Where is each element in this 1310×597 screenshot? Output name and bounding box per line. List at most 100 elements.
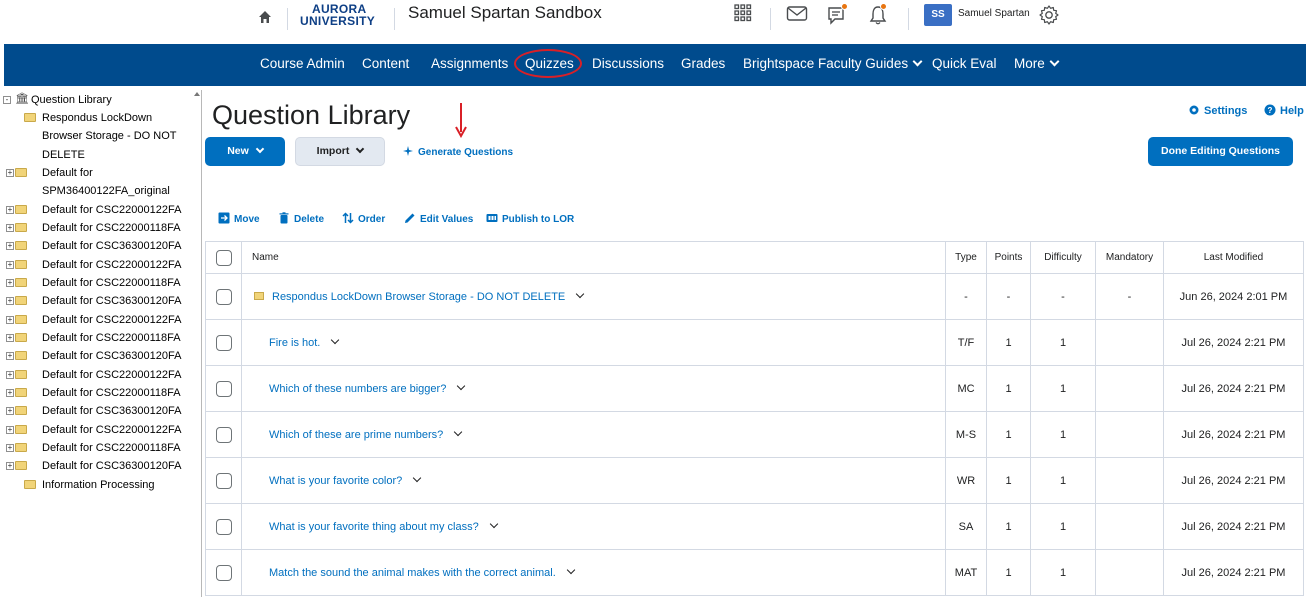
question-link[interactable]: Which of these numbers are bigger? (269, 383, 446, 395)
difficulty-cell: - (1030, 273, 1096, 320)
header-mandatory[interactable]: Mandatory (1095, 241, 1164, 274)
chevron-down-icon[interactable] (331, 335, 340, 344)
nav-course-admin[interactable]: Course Admin (260, 56, 345, 72)
table-row: Match the sound the animal makes with th… (205, 549, 1304, 596)
last-modified-cell: Jul 26, 2024 2:21 PM (1163, 365, 1304, 412)
row-checkbox[interactable] (215, 518, 232, 535)
divider (770, 8, 771, 30)
expand-icon[interactable]: + (6, 370, 14, 379)
expand-icon[interactable]: + (6, 223, 14, 232)
org-title[interactable]: Samuel Spartan Sandbox (408, 3, 602, 23)
folder-icon (24, 479, 36, 489)
chevron-down-icon[interactable] (413, 473, 422, 482)
help-label: Help (1280, 105, 1304, 117)
nav-quick-eval[interactable]: Quick Eval (932, 56, 997, 72)
publish-to-lor-button[interactable]: Publish to LOR (486, 212, 574, 225)
question-link[interactable]: Fire is hot. (269, 337, 320, 349)
mandatory-cell (1095, 365, 1164, 412)
tree-label: SPM36400122FA_original (42, 185, 170, 198)
chevron-down-icon (1049, 56, 1060, 67)
difficulty-cell: 1 (1030, 365, 1096, 412)
question-link[interactable]: Which of these are prime numbers? (269, 429, 443, 441)
expand-icon[interactable]: + (6, 352, 14, 361)
home-icon[interactable] (258, 10, 274, 26)
bell-icon[interactable] (868, 3, 890, 26)
chat-icon[interactable] (826, 3, 848, 26)
nav-content[interactable]: Content (362, 56, 409, 72)
chevron-down-icon[interactable] (566, 565, 575, 574)
header-name[interactable]: Name (241, 241, 946, 274)
expand-icon[interactable]: + (6, 407, 14, 416)
question-link[interactable]: Match the sound the animal makes with th… (269, 567, 556, 579)
nav-grades[interactable]: Grades (681, 56, 725, 72)
tree-scrollbar[interactable] (193, 90, 201, 597)
pencil-icon (405, 213, 415, 223)
header-type[interactable]: Type (945, 241, 987, 274)
move-button[interactable]: Move (218, 212, 260, 225)
delete-button[interactable]: Delete (278, 212, 324, 225)
expand-icon[interactable]: + (6, 443, 14, 452)
new-button[interactable]: New (205, 137, 285, 166)
tree-label: Default for CSC36300120FA (42, 295, 182, 308)
row-checkbox[interactable] (215, 472, 232, 489)
select-all-checkbox[interactable] (215, 249, 232, 266)
header-points[interactable]: Points (986, 241, 1031, 274)
new-button-label: New (227, 145, 249, 157)
expand-icon[interactable]: + (6, 425, 14, 434)
apps-grid-icon[interactable] (734, 4, 756, 26)
header-last-modified[interactable]: Last Modified (1163, 241, 1304, 274)
expand-icon[interactable]: + (6, 278, 14, 287)
expand-icon[interactable]: + (6, 462, 14, 471)
expand-icon[interactable]: + (6, 205, 14, 214)
select-cell (205, 457, 242, 504)
last-modified-cell: Jul 26, 2024 2:21 PM (1163, 549, 1304, 596)
chevron-down-icon[interactable] (489, 519, 498, 528)
expand-icon[interactable]: + (6, 297, 14, 306)
tree-label: Default for CSC22000118FA (42, 441, 181, 454)
row-checkbox[interactable] (215, 288, 232, 305)
expand-icon[interactable]: + (6, 333, 14, 342)
nav-assignments[interactable]: Assignments (431, 56, 508, 72)
row-checkbox[interactable] (215, 380, 232, 397)
expand-icon[interactable]: + (6, 260, 14, 269)
username[interactable]: Samuel Spartan (958, 8, 1030, 19)
nav-more[interactable]: More (1014, 56, 1060, 72)
expand-icon[interactable]: + (6, 315, 14, 324)
section-link[interactable]: Respondus LockDown Browser Storage - DO … (272, 291, 565, 303)
chevron-down-icon[interactable] (454, 427, 463, 436)
chevron-down-icon[interactable] (576, 289, 585, 298)
avatar[interactable]: SS (924, 4, 952, 26)
folder-icon (15, 442, 27, 452)
done-editing-questions-button[interactable]: Done Editing Questions (1148, 137, 1293, 166)
header-difficulty[interactable]: Difficulty (1030, 241, 1096, 274)
row-checkbox[interactable] (215, 334, 232, 351)
publish-icon (486, 214, 498, 222)
chevron-down-icon[interactable] (457, 381, 466, 390)
question-link[interactable]: What is your favorite thing about my cla… (269, 521, 479, 533)
help-link[interactable]: ? Help (1264, 104, 1304, 117)
expand-icon[interactable]: + (6, 388, 14, 397)
row-checkbox[interactable] (215, 426, 232, 443)
expand-icon[interactable]: + (6, 168, 14, 177)
question-link[interactable]: What is your favorite color? (269, 475, 402, 487)
university-logo[interactable]: AURORA UNIVERSITY (300, 2, 380, 32)
settings-link[interactable]: Settings (1188, 104, 1247, 117)
nav-discussions[interactable]: Discussions (592, 56, 664, 72)
scroll-up-arrow-icon[interactable] (194, 92, 200, 96)
nav-brightspace-faculty-guides[interactable]: Brightspace Faculty Guides (743, 56, 923, 72)
last-modified-cell: Jul 26, 2024 2:21 PM (1163, 411, 1304, 458)
import-button[interactable]: Import (295, 137, 385, 166)
last-modified-cell: Jul 26, 2024 2:21 PM (1163, 457, 1304, 504)
order-button[interactable]: Order (342, 212, 385, 225)
course-navbar: Course Admin Content Assignments Quizzes… (4, 44, 1306, 86)
expand-icon[interactable]: + (6, 242, 14, 251)
row-checkbox[interactable] (215, 564, 232, 581)
type-cell: MAT (945, 549, 987, 596)
tree-label: Browser Storage - DO NOT (42, 130, 177, 143)
gear-icon[interactable] (1038, 4, 1060, 26)
collapse-icon[interactable]: - (3, 96, 11, 104)
mail-icon[interactable] (786, 4, 808, 26)
edit-values-button[interactable]: Edit Values (404, 212, 473, 225)
generate-questions-link[interactable]: Generate Questions (402, 145, 513, 158)
type-cell: WR (945, 457, 987, 504)
